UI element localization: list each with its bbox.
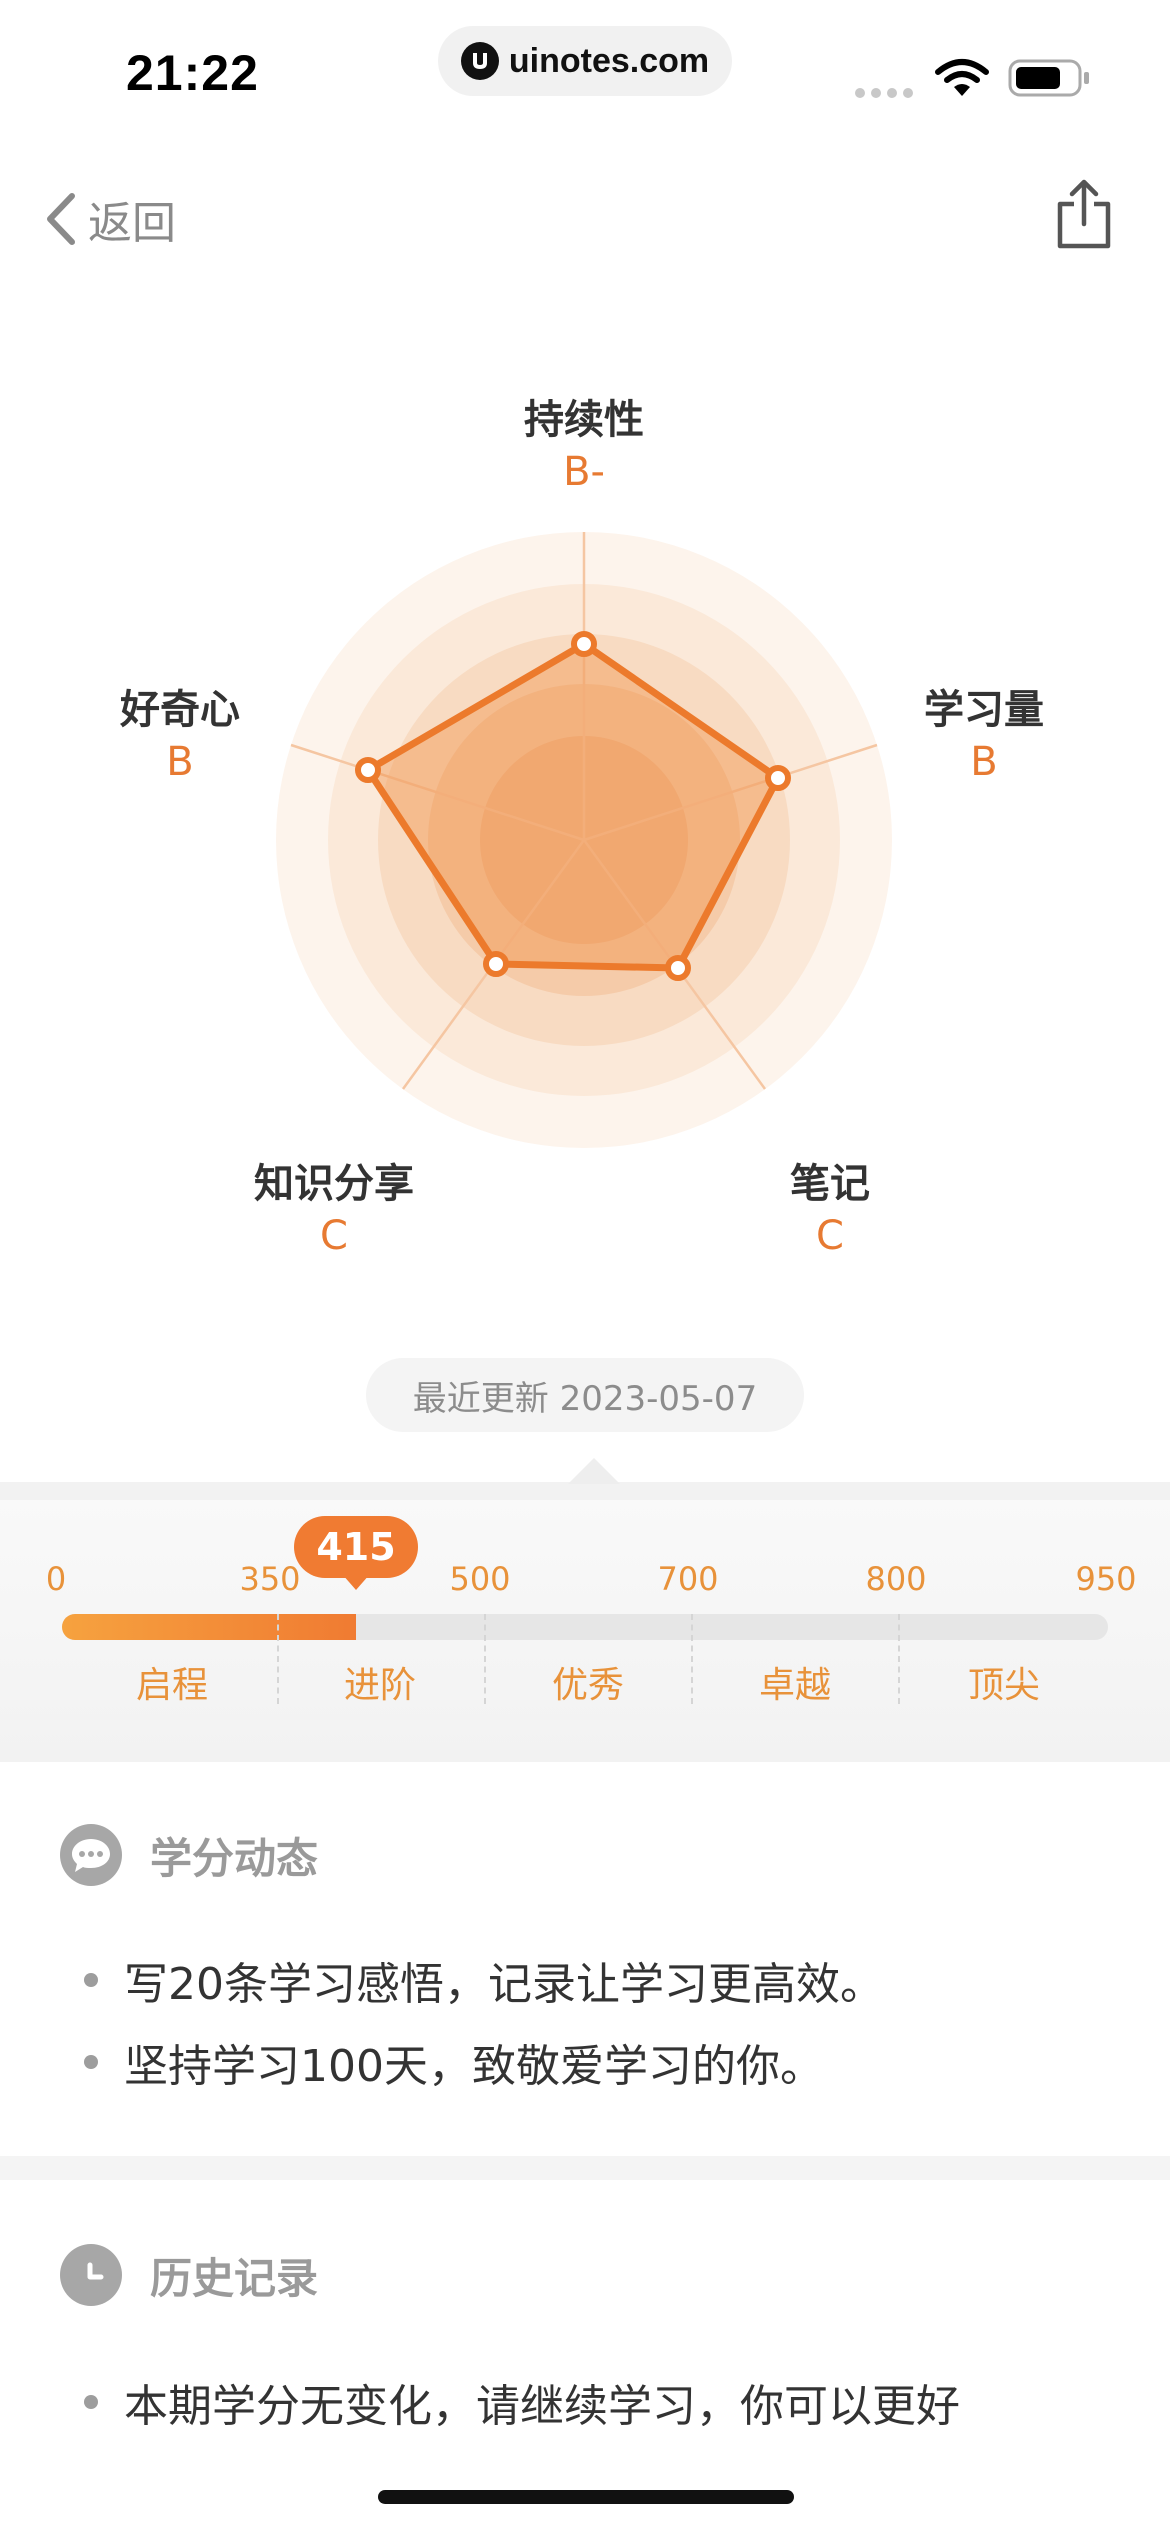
- clock-icon: [60, 2244, 122, 2306]
- wifi-icon: [934, 58, 990, 102]
- level-label: 启程: [135, 1665, 208, 1706]
- list-item: 坚持学习100天，致敬爱学习的你。: [84, 2030, 824, 2094]
- site-logo-icon: [460, 42, 499, 80]
- level-divider: [898, 1614, 900, 1704]
- radar-axis-study-volume: 学习量 B: [854, 684, 1114, 788]
- back-label: 返回: [88, 198, 176, 249]
- home-indicator: [378, 2490, 794, 2504]
- url-text: uinotes.com: [508, 41, 710, 80]
- status-time: 21:22: [126, 45, 259, 101]
- history-header: 历史记录: [60, 2244, 318, 2306]
- bullet-dot: [84, 2395, 98, 2409]
- axis-grade: B: [970, 739, 998, 785]
- axis-label: 知识分享: [254, 1161, 414, 1207]
- axis-label: 好奇心: [120, 687, 240, 733]
- bullet-dot: [84, 1973, 98, 1987]
- list-item: 写20条学习感悟，记录让学习更高效。: [84, 1948, 884, 2012]
- level-label: 顶尖: [967, 1665, 1040, 1706]
- axis-label: 持续性: [524, 397, 644, 443]
- score-tick: 700: [657, 1560, 719, 1598]
- list-item-text: 本期学分无变化，请继续学习，你可以更好: [124, 2381, 960, 2432]
- axis-grade: C: [320, 1213, 348, 1259]
- radar-axis-curiosity: 好奇心 B: [50, 684, 310, 788]
- section-separator: [0, 2156, 1170, 2180]
- level-divider: [484, 1614, 486, 1704]
- level-divider: [691, 1614, 693, 1704]
- score-tick: 800: [865, 1560, 927, 1598]
- last-updated-badge: 最近更新 2023-05-07: [366, 1358, 804, 1432]
- axis-label: 学习量: [924, 687, 1044, 733]
- chat-bubble-icon: [60, 1824, 122, 1886]
- score-progress-fill: [62, 1614, 356, 1640]
- list-item-text: 写20条学习感悟，记录让学习更高效。: [124, 1959, 884, 2010]
- radar-axis-knowledge-sharing: 知识分享 C: [204, 1158, 464, 1262]
- radar-axis-notes: 笔记 C: [700, 1158, 960, 1262]
- bullet-dot: [84, 2055, 98, 2069]
- section-title: 历史记录: [150, 2253, 319, 2303]
- battery-icon: [1008, 58, 1092, 102]
- axis-label: 笔记: [790, 1161, 870, 1207]
- score-value-badge: 415: [294, 1516, 418, 1578]
- radar-chart: [276, 532, 892, 1148]
- panel-pointer: [568, 1458, 620, 1484]
- list-item: 本期学分无变化，请继续学习，你可以更好: [84, 2370, 960, 2434]
- list-item-text: 坚持学习100天，致敬爱学习的你。: [124, 2041, 824, 2092]
- section-title: 学分动态: [150, 1833, 319, 1883]
- score-tick: 500: [449, 1560, 511, 1598]
- radar-axis-consistency: 持续性 B-: [454, 394, 714, 498]
- share-button[interactable]: [1054, 178, 1114, 254]
- axis-grade: B-: [563, 449, 605, 495]
- url-pill[interactable]: uinotes.com: [438, 26, 732, 96]
- axis-grade: B: [166, 739, 194, 785]
- chevron-left-icon: [47, 193, 75, 245]
- level-divider: [277, 1614, 279, 1704]
- cellular-signal-icon: [854, 84, 914, 103]
- score-bubble-tail: [342, 1574, 370, 1590]
- back-button[interactable]: 返回: [44, 184, 176, 254]
- level-label: 卓越: [758, 1665, 831, 1706]
- level-label: 优秀: [551, 1665, 624, 1706]
- level-label: 进阶: [343, 1665, 416, 1706]
- axis-grade: C: [816, 1213, 844, 1259]
- credit-activity-header: 学分动态: [60, 1824, 318, 1886]
- share-icon: [1057, 179, 1111, 249]
- score-tick: 0: [45, 1560, 67, 1598]
- score-tick: 950: [1075, 1560, 1137, 1598]
